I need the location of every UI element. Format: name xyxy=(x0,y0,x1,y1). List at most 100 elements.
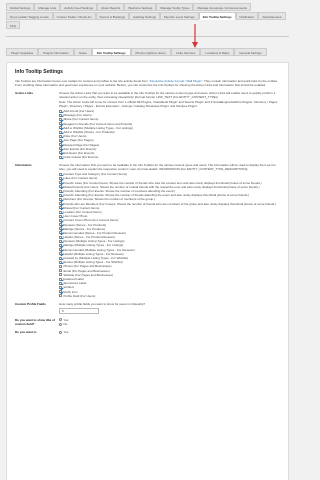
action-link-checkbox[interactable] xyxy=(59,134,62,138)
sub-tab-0[interactable]: Plugin Upgrades xyxy=(6,48,39,56)
top-tab-5[interactable]: Manage Tooltip Types xyxy=(156,3,194,11)
top-tab-11[interactable]: Member Level Settings xyxy=(160,12,199,20)
action-link-checkbox[interactable] xyxy=(59,155,62,159)
top-tab-1[interactable]: Manage Lists xyxy=(34,3,61,11)
tabs-divider xyxy=(6,36,289,37)
custom-label-radio[interactable] xyxy=(59,322,62,326)
custom-label-radio[interactable] xyxy=(59,318,62,322)
information-checkbox[interactable] xyxy=(59,189,62,193)
custom-fields-count-input[interactable]: 5 xyxy=(59,307,99,314)
custom-label-row: Do you want to show title of custom fiel… xyxy=(15,318,280,326)
information-checkbox[interactable] xyxy=(59,235,62,239)
custom-label-options: Yes No xyxy=(59,318,280,326)
sub-tab-5[interactable]: Invite Services xyxy=(170,48,201,56)
top-tab-7[interactable]: Non-Location Tagging Levels xyxy=(6,12,53,20)
action-link-checkbox[interactable] xyxy=(59,130,62,134)
action-link-checkbox[interactable] xyxy=(59,138,62,142)
page-title: Info Tooltip Settings xyxy=(15,69,63,75)
last-question-radio[interactable] xyxy=(59,330,62,334)
action-link-checkbox[interactable] xyxy=(59,113,62,117)
information-checkbox[interactable] xyxy=(59,172,62,176)
information-checkbox[interactable] xyxy=(59,206,62,210)
last-question-row: Do you want to Yes xyxy=(15,330,280,334)
sub-tab-4[interactable]: Photos Lightbox Home xyxy=(130,48,171,56)
last-question-radio-option[interactable]: Yes xyxy=(59,330,280,334)
information-checkbox[interactable] xyxy=(59,281,62,285)
top-tab-14[interactable]: Advertisement xyxy=(258,12,286,20)
action-link-checkbox[interactable] xyxy=(59,122,62,126)
top-tab-4[interactable]: Welcome Settings xyxy=(124,3,157,11)
top-settings-tabs: Global Settings Manage Lists Activity Feed… xyxy=(6,3,289,29)
top-tab-2[interactable]: Activity Feed Settings xyxy=(60,3,98,11)
top-tab-8[interactable]: Custom Fields / Check-ins xyxy=(52,12,96,20)
information-row: Information Choose the information that … xyxy=(15,163,280,298)
information-checkbox[interactable] xyxy=(59,218,62,222)
information-label: Information xyxy=(15,163,32,168)
information-options: Content Type and Category (For Content I… xyxy=(59,172,280,298)
information-checkbox[interactable] xyxy=(59,177,62,181)
action-link-checkbox[interactable] xyxy=(59,147,62,151)
information-checkbox[interactable] xyxy=(59,181,62,185)
information-checkbox[interactable] xyxy=(59,214,62,218)
information-checkbox[interactable] xyxy=(59,202,62,206)
action-link-checkbox[interactable] xyxy=(59,117,62,121)
information-checkbox[interactable] xyxy=(59,260,62,264)
information-checkbox[interactable] xyxy=(59,273,62,277)
action-links-note: Note: The Action Links will come for con… xyxy=(59,100,278,108)
information-checkbox[interactable] xyxy=(59,244,62,248)
information-checkbox[interactable] xyxy=(59,294,62,298)
information-checkbox[interactable] xyxy=(59,256,62,260)
information-checkbox[interactable] xyxy=(59,197,62,201)
custom-label-radio-option[interactable]: No xyxy=(59,322,280,326)
information-checkbox[interactable] xyxy=(59,210,62,214)
information-checkbox[interactable] xyxy=(59,264,62,268)
action-link-checkbox[interactable] xyxy=(59,126,62,130)
action-links-desc: Choose the Action Links that you want to… xyxy=(59,91,276,99)
information-checkbox[interactable] xyxy=(59,285,62,289)
sub-tab-3[interactable]: Info Tooltip Settings xyxy=(91,48,131,56)
action-link-option[interactable]: Invite Guests (For Events) xyxy=(59,155,280,159)
top-tab-15[interactable]: FAQ xyxy=(6,21,21,29)
action-links-label: Action Links xyxy=(15,91,34,95)
action-link-checkbox[interactable] xyxy=(59,143,62,147)
custom-label-radio-label: No xyxy=(63,322,68,327)
sub-tab-6[interactable]: Locations & Maps xyxy=(200,48,235,56)
top-tab-0[interactable]: Global Settings xyxy=(6,3,35,11)
intro-text: Info Tooltips are information boxes over… xyxy=(15,79,280,87)
information-checkbox[interactable] xyxy=(59,248,62,252)
top-tab-12[interactable]: Info Tooltip Settings xyxy=(198,12,236,20)
sub-tab-2[interactable]: Notes xyxy=(73,48,92,56)
information-checkbox[interactable] xyxy=(59,290,62,294)
information-checkbox[interactable] xyxy=(59,231,62,235)
top-tab-13[interactable]: Notification xyxy=(235,12,259,20)
top-tab-9[interactable]: Rooms & Bookings xyxy=(95,12,130,20)
top-tab-10[interactable]: Hashtag Settings xyxy=(129,12,161,20)
custom-fields-desc: How many profile fields you want to show… xyxy=(59,301,146,306)
information-checkbox[interactable] xyxy=(59,223,62,227)
information-checkbox[interactable] xyxy=(59,239,62,243)
sub-tab-7[interactable]: General Settings xyxy=(234,48,267,56)
action-links-options: Add Friend (For Users) Message (For Users… xyxy=(59,109,280,159)
information-checkbox[interactable] xyxy=(59,185,62,189)
info-tooltip-settings-panel: Info Tooltip Settings Info Tooltips are … xyxy=(6,62,289,480)
information-option[interactable]: Profile Field (For Users) xyxy=(59,294,280,298)
top-tab-6[interactable]: Manage Groupings / Announcements xyxy=(193,3,251,11)
arrow-down-icon xyxy=(192,24,198,48)
last-question-radio-label: Yes xyxy=(63,330,69,335)
action-links-row: Action Links Choose the Action Links tha… xyxy=(15,91,280,159)
sub-tab-1[interactable]: Plugins Information xyxy=(38,48,74,56)
sub-settings-tabs: Plugin Upgrades Plugins Information Notes I… xyxy=(6,48,289,56)
custom-label-label: Do you want to show title of custom fiel… xyxy=(15,317,55,326)
information-desc: Choose the information that you want to … xyxy=(59,163,277,172)
information-checkbox[interactable] xyxy=(59,193,62,197)
last-question-options: Yes xyxy=(59,330,280,334)
information-checkbox[interactable] xyxy=(59,252,62,256)
action-link-checkbox[interactable] xyxy=(59,151,62,155)
action-link-checkbox[interactable] xyxy=(59,109,62,113)
information-checkbox[interactable] xyxy=(59,227,62,231)
information-checkbox[interactable] xyxy=(59,277,62,281)
custom-fields-label: Custom Profile Fields xyxy=(15,301,46,306)
information-option-label: Profile Field (For Users) xyxy=(63,293,96,298)
top-tab-3[interactable]: About Reports xyxy=(97,3,125,11)
information-checkbox[interactable] xyxy=(59,269,62,273)
